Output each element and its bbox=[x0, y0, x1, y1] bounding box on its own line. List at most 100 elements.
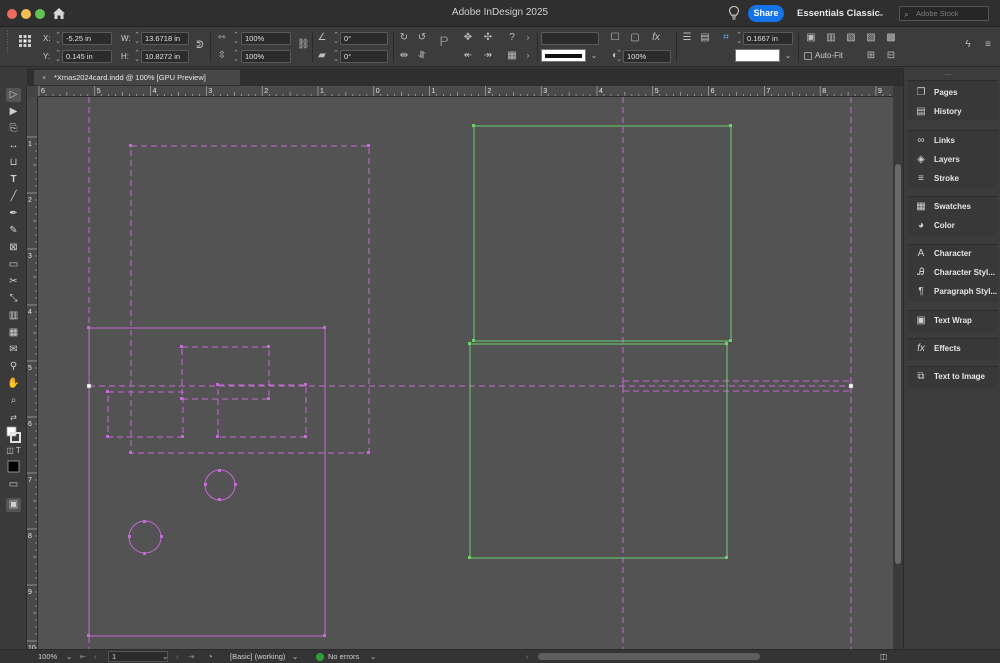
home-icon[interactable] bbox=[52, 7, 66, 20]
page-tool-icon[interactable]: ⎘ bbox=[6, 122, 21, 136]
help-icon[interactable]: ? bbox=[506, 32, 518, 44]
preflight-errors[interactable]: No errors bbox=[328, 652, 359, 661]
gap-tool-icon[interactable]: ↔ bbox=[6, 139, 21, 153]
workspace-switcher[interactable]: Essentials Classic bbox=[797, 8, 880, 19]
rotate-ccw-icon[interactable]: ↺ bbox=[416, 32, 428, 44]
opacity-field[interactable]: 100% bbox=[623, 50, 671, 63]
pencil-tool-icon[interactable]: ✎ bbox=[6, 224, 21, 238]
document-tab[interactable]: × *Xmas2024card.indd @ 100% [GPU Preview… bbox=[34, 70, 240, 85]
align-objects-icon[interactable]: ⊟ bbox=[885, 50, 897, 62]
x-position-field[interactable]: -5.25 in bbox=[62, 32, 112, 45]
select-container-icon[interactable]: ✥ bbox=[462, 32, 474, 44]
panel-menu-icon[interactable]: ≡ bbox=[982, 39, 994, 51]
lightning-icon[interactable]: ϟ bbox=[962, 39, 974, 51]
direct-selection-tool-icon[interactable]: ▶ bbox=[6, 105, 21, 119]
chevron-down-icon-2[interactable]: ⌄ bbox=[782, 50, 794, 62]
align-left-icon[interactable]: ☰ bbox=[681, 32, 693, 44]
close-window-icon[interactable] bbox=[7, 9, 17, 19]
panel-layers[interactable]: ◈ Layers bbox=[914, 153, 1000, 167]
stroke-weight-field[interactable]: 0.1667 in bbox=[743, 32, 793, 45]
panel-links[interactable]: ∞ Links bbox=[914, 134, 1000, 148]
rotate-cw-icon[interactable]: ↻ bbox=[398, 32, 410, 44]
green-frame-top[interactable] bbox=[473, 125, 732, 342]
selected-frame[interactable] bbox=[88, 327, 326, 637]
zoom-tool-icon[interactable]: ⌕ bbox=[6, 394, 21, 408]
swap-fill-stroke-icon[interactable]: ⇄ bbox=[6, 411, 21, 425]
zoom-window-icon[interactable] bbox=[35, 9, 45, 19]
rotation-stepper-icon[interactable]: ⌃ ⌄ bbox=[333, 32, 339, 45]
chevron-down-icon-stroke[interactable]: ⌄ bbox=[588, 50, 600, 62]
text-frame-options-icon[interactable]: ▦ bbox=[506, 50, 518, 62]
width-field[interactable]: 13.6718 in bbox=[141, 32, 189, 45]
panel-stroke[interactable]: ≡ Stroke bbox=[914, 172, 1000, 186]
opacity-stepper-icon[interactable]: ⌃ ⌄ bbox=[616, 50, 622, 63]
lightbulb-icon[interactable] bbox=[728, 5, 740, 21]
fit-frame-content-icon[interactable]: ▥ bbox=[825, 32, 837, 44]
select-previous-icon[interactable]: ↞ bbox=[462, 50, 474, 62]
chevron-right-icon-2[interactable]: › bbox=[522, 50, 534, 62]
ruler-origin[interactable] bbox=[27, 86, 38, 97]
hand-tool-icon[interactable]: ✋ bbox=[6, 377, 21, 391]
link-scale-icon[interactable]: ⛓ bbox=[297, 39, 310, 51]
image-frame-small-3[interactable] bbox=[217, 384, 307, 438]
apply-color-icon[interactable] bbox=[6, 459, 21, 474]
image-frame-small-1[interactable] bbox=[181, 346, 270, 400]
flip-horizontal-icon[interactable]: ⇹ bbox=[398, 50, 410, 62]
note-tool-icon[interactable]: ✉ bbox=[6, 343, 21, 357]
select-next-icon[interactable]: ↠ bbox=[482, 50, 494, 62]
vertical-ruler[interactable]: 1 2 3 4 5 6 7 8 9 10 bbox=[27, 97, 38, 649]
line-tool-icon[interactable]: ╱ bbox=[6, 190, 21, 204]
select-content-icon[interactable]: ✣ bbox=[482, 32, 494, 44]
distribute-icon[interactable]: ⊞ bbox=[865, 50, 877, 62]
previous-page-icon[interactable]: ‹ bbox=[94, 652, 97, 661]
green-frame-bottom[interactable] bbox=[469, 343, 728, 559]
align-center-icon[interactable]: ▤ bbox=[699, 32, 711, 44]
page-number-field[interactable]: 1 bbox=[108, 651, 168, 662]
vertical-scrollbar[interactable] bbox=[893, 86, 903, 649]
first-page-icon[interactable]: ⇤ bbox=[80, 652, 86, 661]
document-canvas[interactable] bbox=[38, 97, 893, 649]
flip-vertical-icon[interactable]: ⥯ bbox=[416, 50, 428, 62]
image-frame-small-2[interactable] bbox=[107, 391, 184, 438]
formatting-container-icon[interactable]: ◫ T bbox=[6, 444, 21, 458]
autofit-checkbox[interactable] bbox=[804, 52, 812, 60]
scale-y-stepper-icon[interactable]: ⌃ ⌄ bbox=[233, 50, 239, 63]
content-collector-icon[interactable]: ⊔ bbox=[6, 156, 21, 170]
panel-swatches[interactable]: ▦ Swatches bbox=[914, 200, 1000, 214]
zoom-level[interactable]: 100% bbox=[38, 652, 57, 661]
horizontal-scroll-thumb[interactable] bbox=[538, 653, 760, 660]
center-content-icon[interactable]: ▧ bbox=[845, 32, 857, 44]
gradient-feather-tool-icon[interactable]: ▦ bbox=[6, 326, 21, 340]
ornament-circle-1[interactable] bbox=[204, 469, 236, 501]
type-tool-icon[interactable]: T bbox=[6, 173, 21, 187]
view-options-icon[interactable]: ◫ bbox=[880, 652, 887, 661]
panel-paragraph-styles[interactable]: ¶ Paragraph Styl... bbox=[914, 285, 1000, 299]
dock-grip-icon[interactable]: ⋯ bbox=[944, 71, 951, 79]
x-stepper-icon[interactable]: ⌃ ⌄ bbox=[55, 32, 61, 45]
selection-handle-left[interactable] bbox=[86, 383, 92, 389]
panel-character-styles[interactable]: Ꭿ Character Styl... bbox=[914, 266, 1000, 280]
scale-y-field[interactable]: 100% bbox=[241, 50, 291, 63]
panel-color[interactable]: ◕ Color bbox=[914, 219, 1000, 233]
horizontal-ruler[interactable]: 6 5 4 3 2 1 0 1 2 3 4 5 6 7 8 9 bbox=[27, 86, 893, 97]
panel-text-to-image[interactable]: ⧉ Text to Image bbox=[914, 370, 1000, 384]
stroke-weight-stepper-icon[interactable]: ⌃ ⌄ bbox=[736, 32, 742, 45]
adobe-stock-search[interactable]: ⌕ Adobe Stock bbox=[899, 6, 989, 21]
free-transform-tool-icon[interactable]: ⤡ bbox=[6, 292, 21, 306]
image-frame-large[interactable] bbox=[130, 145, 370, 454]
fill-swatch-dropdown[interactable] bbox=[541, 32, 599, 45]
screen-mode-icon[interactable]: ▭ bbox=[6, 478, 21, 492]
fx-icon[interactable]: fx bbox=[650, 32, 662, 44]
chevron-right-icon[interactable]: › bbox=[522, 32, 534, 44]
errors-dropdown-icon[interactable]: ⌄ bbox=[370, 652, 376, 661]
selection-tool-icon[interactable]: ▷ bbox=[6, 88, 21, 102]
rotation-field[interactable]: 0° bbox=[340, 32, 388, 45]
close-tab-icon[interactable]: × bbox=[42, 70, 46, 85]
next-page-icon[interactable]: › bbox=[176, 652, 179, 661]
panel-character[interactable]: A Character bbox=[914, 247, 1000, 261]
profile-dropdown-icon[interactable]: ⌄ bbox=[292, 652, 298, 661]
scroll-left-icon[interactable]: ‹ bbox=[526, 652, 529, 661]
height-field[interactable]: 10.8272 in bbox=[141, 50, 189, 63]
gradient-tool-icon[interactable]: ▥ bbox=[6, 309, 21, 323]
vertical-scroll-thumb[interactable] bbox=[895, 164, 901, 564]
